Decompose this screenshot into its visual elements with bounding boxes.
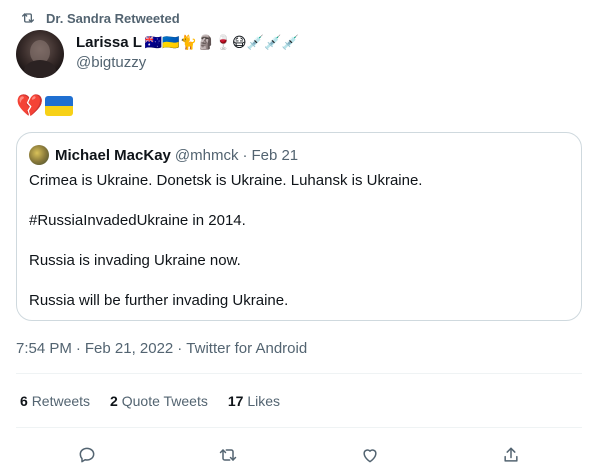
likes-label: Likes (247, 393, 281, 409)
quote-line: Crimea is Ukraine. Donetsk is Ukraine. L… (29, 172, 423, 189)
reply-button[interactable] (70, 438, 104, 472)
quote-avatar (29, 145, 49, 165)
tweet-author[interactable]: Larissa L 🇦🇺🇺🇦🐈🗿🍷😷💉💉💉 @bigtuzzy (16, 30, 299, 78)
quote-date: Feb 21 (251, 146, 299, 164)
quote-tweets-count: 2 (110, 393, 118, 409)
quoted-tweet[interactable]: Michael MacKay @mhmck · Feb 21 Crimea is… (16, 132, 582, 321)
share-icon (504, 447, 518, 462)
quote-display-name: Michael MacKay (55, 146, 171, 164)
retweet-icon (22, 13, 34, 23)
tweet-text: 💔 (16, 93, 74, 118)
retweeted-by-label: Dr. Sandra Retweeted (46, 10, 180, 26)
quote-tweets-stat[interactable]: 2 Quote Tweets (110, 393, 208, 409)
divider (16, 427, 582, 428)
share-button[interactable] (494, 438, 528, 472)
reply-icon (79, 447, 95, 463)
tweet-actions (16, 438, 582, 472)
tweet-stats: 6 Retweets 2 Quote Tweets 17 Likes (20, 393, 280, 409)
likes-stat[interactable]: 17 Likes (228, 393, 280, 409)
tweet-date[interactable]: Feb 21, 2022 (85, 340, 173, 357)
divider (16, 373, 582, 374)
ukraine-flag-icon (45, 96, 74, 116)
user-handle[interactable]: @bigtuzzy (76, 54, 299, 71)
retweets-count: 6 (20, 393, 28, 409)
tweet-time[interactable]: 7:54 PM (16, 340, 72, 357)
quote-hashtag-line: #RussiaInvadedUkraine in 2014. (29, 212, 246, 229)
likes-count: 17 (227, 393, 244, 409)
quote-line: Russia is invading Ukraine now. (29, 252, 241, 269)
name-emojis: 🇦🇺🇺🇦🐈🗿🍷😷💉💉💉 (144, 34, 299, 50)
retweet-context[interactable]: Dr. Sandra Retweeted (20, 9, 180, 27)
like-icon (363, 449, 377, 463)
retweets-stat[interactable]: 6 Retweets (20, 393, 90, 409)
meta-separator: · (75, 340, 81, 357)
quote-tweets-label: Quote Tweets (121, 393, 208, 409)
retweets-label: Retweets (31, 393, 91, 409)
retweet-icon (220, 449, 237, 461)
meta-separator: · (177, 340, 183, 357)
quote-line: Russia will be further invading Ukraine. (29, 292, 289, 309)
retweet-button[interactable] (211, 438, 245, 472)
quote-handle: @mhmck (174, 146, 239, 164)
quote-separator: · (242, 146, 248, 164)
avatar[interactable] (16, 30, 64, 78)
broken-heart-emoji: 💔 (16, 93, 44, 118)
display-name[interactable]: Larissa L (76, 34, 142, 51)
like-button[interactable] (353, 438, 387, 472)
tweet-meta: 7:54 PM · Feb 21, 2022 · Twitter for And… (16, 340, 307, 357)
tweet-source[interactable]: Twitter for Android (186, 340, 307, 357)
